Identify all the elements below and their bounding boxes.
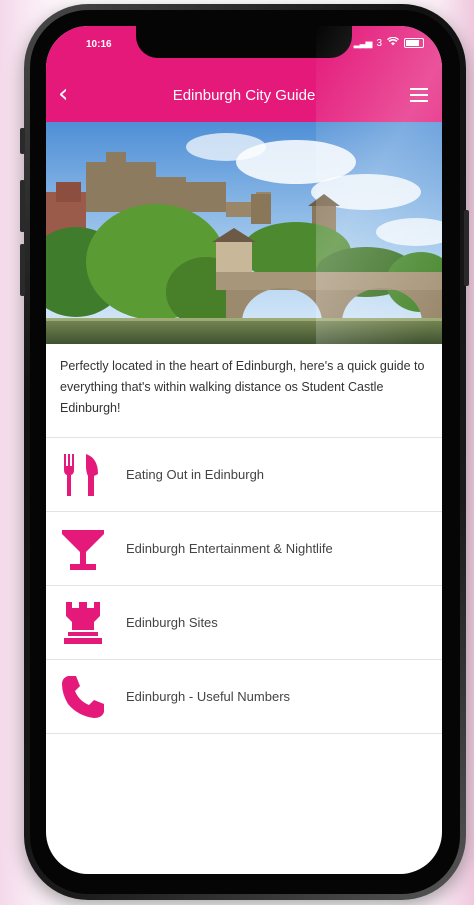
list-item-sites[interactable]: Edinburgh Sites <box>46 585 442 659</box>
app-screen: 10:16 ▂▃▅ 3 ‹ Edinburgh City Guide Perfe… <box>46 26 442 874</box>
castle-tower-icon <box>60 600 106 646</box>
list-item-useful-numbers[interactable]: Edinburgh - Useful Numbers <box>46 659 442 734</box>
hero-image <box>46 122 442 344</box>
list-item-label: Edinburgh Entertainment & Nightlife <box>126 541 333 556</box>
mute-switch <box>20 128 25 154</box>
list-item-label: Edinburgh Sites <box>126 615 218 630</box>
cocktail-glass-icon <box>60 526 106 572</box>
volume-up-button <box>20 180 25 232</box>
page-title: Edinburgh City Guide <box>172 87 316 104</box>
hamburger-menu-icon[interactable] <box>410 88 428 102</box>
nav-bar: ‹ Edinburgh City Guide <box>46 70 442 122</box>
list-item-entertainment[interactable]: Edinburgh Entertainment & Nightlife <box>46 511 442 585</box>
intro-text: Perfectly located in the heart of Edinbu… <box>60 359 425 415</box>
notch <box>136 26 352 58</box>
signal-icon: ▂▃▅ <box>353 37 373 48</box>
list-item-eating-out[interactable]: Eating Out in Edinburgh <box>46 437 442 511</box>
volume-down-button <box>20 244 25 296</box>
battery-icon <box>404 38 424 48</box>
list-item-label: Eating Out in Edinburgh <box>126 467 265 482</box>
status-time: 10:16 <box>86 39 112 50</box>
signal-carrier: 3 <box>376 37 382 49</box>
guide-menu-list: Eating Out in Edinburgh Edinburgh Entert… <box>46 437 442 734</box>
status-bar: 10:16 ▂▃▅ 3 <box>46 26 442 70</box>
wifi-icon <box>387 36 399 49</box>
phone-icon <box>60 674 106 720</box>
list-item-label: Edinburgh - Useful Numbers <box>126 689 291 704</box>
status-icons: ▂▃▅ 3 <box>353 36 424 49</box>
power-button <box>464 210 469 286</box>
fork-knife-icon <box>60 452 106 498</box>
